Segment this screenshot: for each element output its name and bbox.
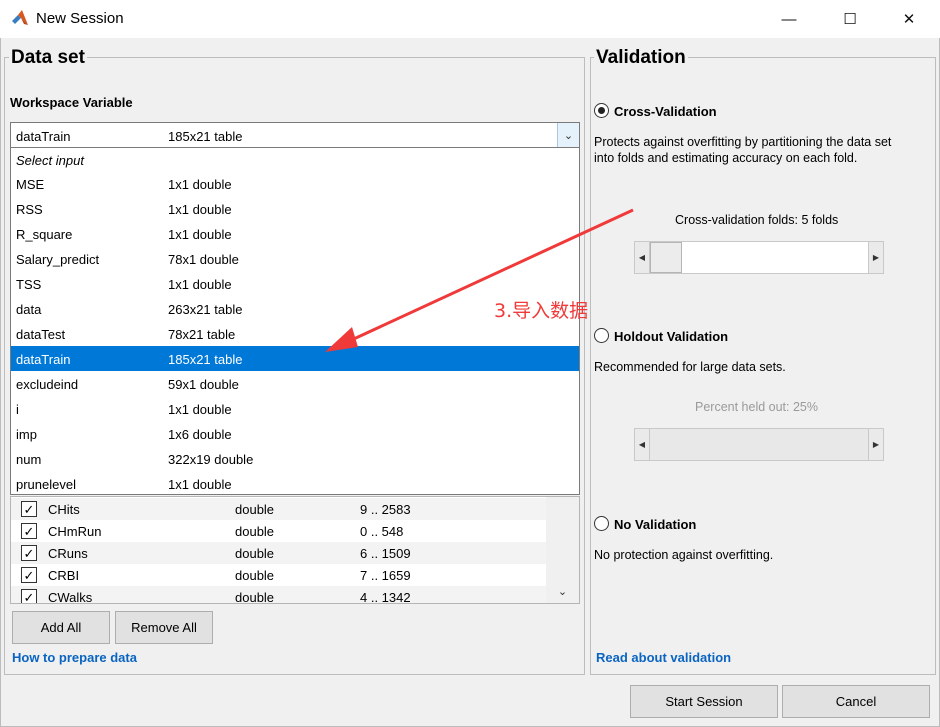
annotation-arrow-icon [325,208,634,352]
annotation-text: 3.导入数据 [494,300,589,322]
